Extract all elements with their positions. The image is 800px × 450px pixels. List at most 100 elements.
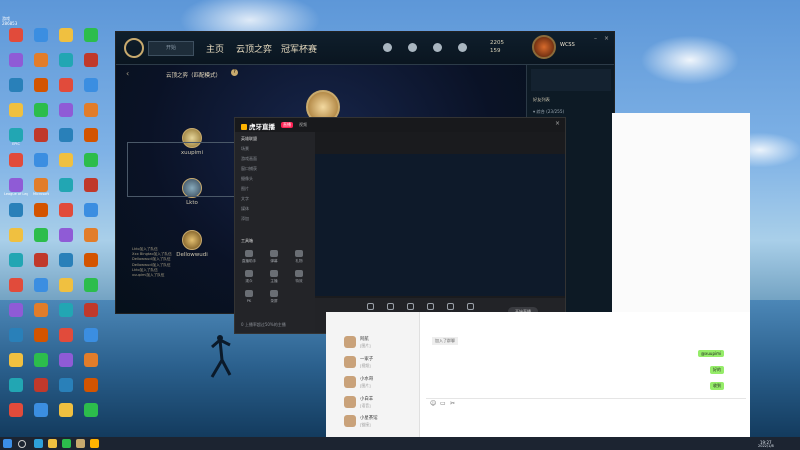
scissors-icon[interactable]: ✂	[450, 400, 455, 407]
lol-logo-icon[interactable]	[124, 38, 144, 58]
desktop-icon[interactable]	[79, 77, 103, 105]
tool-button[interactable]: 主播	[262, 270, 286, 284]
tool-button[interactable]: 弹幕	[262, 250, 286, 264]
desktop-icon[interactable]	[29, 52, 53, 80]
search-icon[interactable]	[18, 440, 26, 448]
collection-icon[interactable]	[408, 43, 417, 52]
source-item[interactable]: 窗口捕获	[241, 166, 257, 172]
desktop-icon[interactable]	[4, 302, 28, 330]
friends-group[interactable]: ▾ 综合 (23/255)	[533, 109, 564, 115]
minimize-icon[interactable]: –	[594, 35, 597, 42]
desktop-icon[interactable]	[79, 52, 103, 80]
desktop-icon[interactable]	[29, 127, 53, 155]
close-icon[interactable]: ×	[555, 120, 560, 127]
back-arrow-icon[interactable]: ‹	[126, 69, 129, 78]
close-icon[interactable]: ×	[604, 35, 609, 42]
taskbar-app-wechat[interactable]	[62, 439, 71, 448]
desktop-icon[interactable]	[54, 52, 78, 80]
source-item[interactable]: 图片	[241, 186, 249, 192]
loot-icon[interactable]	[433, 43, 442, 52]
desktop-icon[interactable]	[79, 252, 103, 280]
desktop-icon[interactable]	[4, 27, 28, 55]
lol-profile-avatar[interactable]	[532, 35, 556, 59]
desktop-icon[interactable]	[79, 302, 103, 330]
tab-video[interactable]: 视频	[299, 122, 307, 128]
desktop-icon[interactable]	[54, 127, 78, 155]
source-item[interactable]: 游戏画面	[241, 156, 257, 162]
source-item[interactable]: 添加	[241, 216, 249, 222]
conversation-item[interactable]: 一家子 [视频]	[344, 354, 416, 371]
taskbar-app-folder[interactable]	[48, 439, 57, 448]
lol-play-button[interactable]: 开始	[148, 41, 194, 56]
source-item[interactable]: 文字	[241, 196, 249, 202]
desktop-icon[interactable]	[29, 27, 53, 55]
tool-button[interactable]: PK	[237, 290, 261, 303]
desktop-icon[interactable]	[54, 177, 78, 205]
conversation-item[interactable]: 阿航 [图片]	[344, 334, 416, 351]
tool-button[interactable]: 直播助手	[237, 250, 261, 264]
desktop-icon[interactable]: League of Legends	[4, 177, 28, 205]
desktop-icon[interactable]	[79, 227, 103, 255]
desktop-icon[interactable]	[79, 202, 103, 230]
desktop-icon[interactable]	[54, 77, 78, 105]
taskbar-app-edge[interactable]	[34, 439, 43, 448]
taskbar-app-lol[interactable]	[76, 439, 85, 448]
desktop-icon[interactable]	[29, 77, 53, 105]
lol-nav-tft[interactable]: 云顶之弈	[236, 42, 272, 55]
desktop-icon[interactable]	[4, 352, 28, 380]
desktop-icon[interactable]	[4, 227, 28, 255]
desktop-icon[interactable]	[29, 102, 53, 130]
desktop-icon[interactable]	[29, 352, 53, 380]
desktop-icon[interactable]	[54, 227, 78, 255]
lobby-selected-slot[interactable]	[127, 142, 235, 197]
lol-nav-home[interactable]: 主页	[206, 42, 224, 55]
desktop-icon[interactable]	[4, 402, 28, 430]
desktop-icon[interactable]	[54, 252, 78, 280]
desktop-icon[interactable]	[4, 77, 28, 105]
desktop-icon[interactable]	[79, 102, 103, 130]
desktop-icon[interactable]	[79, 127, 103, 155]
desktop-icon[interactable]	[29, 202, 53, 230]
desktop-icon[interactable]	[54, 352, 78, 380]
lol-nav-clash[interactable]: 冠军杯赛	[281, 42, 317, 55]
desktop-icon[interactable]	[4, 102, 28, 130]
desktop-icon[interactable]	[54, 202, 78, 230]
desktop-icon[interactable]	[79, 27, 103, 55]
desktop-icon[interactable]	[79, 277, 103, 305]
desktop-icon[interactable]	[54, 277, 78, 305]
desktop-icon[interactable]	[29, 277, 53, 305]
tool-button[interactable]: 录屏	[262, 290, 286, 304]
desktop-icon[interactable]	[4, 252, 28, 280]
desktop-icon[interactable]	[4, 277, 28, 305]
info-icon[interactable]: ?	[231, 69, 238, 76]
desktop-icon[interactable]	[29, 402, 53, 430]
desktop-icon[interactable]	[4, 202, 28, 230]
tool-button[interactable]: 特效	[287, 270, 311, 284]
tab-live[interactable]: 直播	[281, 122, 293, 128]
conversation-item[interactable]: 小水哥 [图片]	[344, 374, 416, 391]
desktop-icon[interactable]	[54, 402, 78, 430]
source-item[interactable]: 媒体	[241, 206, 249, 212]
desktop-icon[interactable]	[54, 27, 78, 55]
desktop-icon[interactable]	[4, 327, 28, 355]
desktop-icon[interactable]	[54, 327, 78, 355]
desktop-icon[interactable]	[29, 227, 53, 255]
desktop-icon[interactable]	[79, 327, 103, 355]
desktop-icon[interactable]	[54, 152, 78, 180]
desktop-icon[interactable]	[79, 177, 103, 205]
desktop-icon[interactable]	[4, 377, 28, 405]
desktop-icon[interactable]: Microsoft	[29, 177, 53, 205]
desktop-icon[interactable]	[79, 152, 103, 180]
tool-button[interactable]: 礼物	[287, 250, 311, 264]
desktop-icon[interactable]	[29, 302, 53, 330]
desktop-icon[interactable]: EPIC	[4, 127, 28, 155]
source-item[interactable]: 摄像头	[241, 176, 253, 182]
conversation-item[interactable]: 小白羊 [语音]	[344, 394, 416, 411]
desktop-icon[interactable]	[29, 252, 53, 280]
taskbar-app-huya[interactable]	[90, 439, 99, 448]
profile-icon[interactable]	[383, 43, 392, 52]
conversation-item[interactable]: 小星茶馆 [链接]	[344, 413, 416, 430]
desktop-icon[interactable]	[4, 52, 28, 80]
clock-date[interactable]: 2022/1/8	[758, 444, 774, 448]
desktop-icon[interactable]	[29, 377, 53, 405]
